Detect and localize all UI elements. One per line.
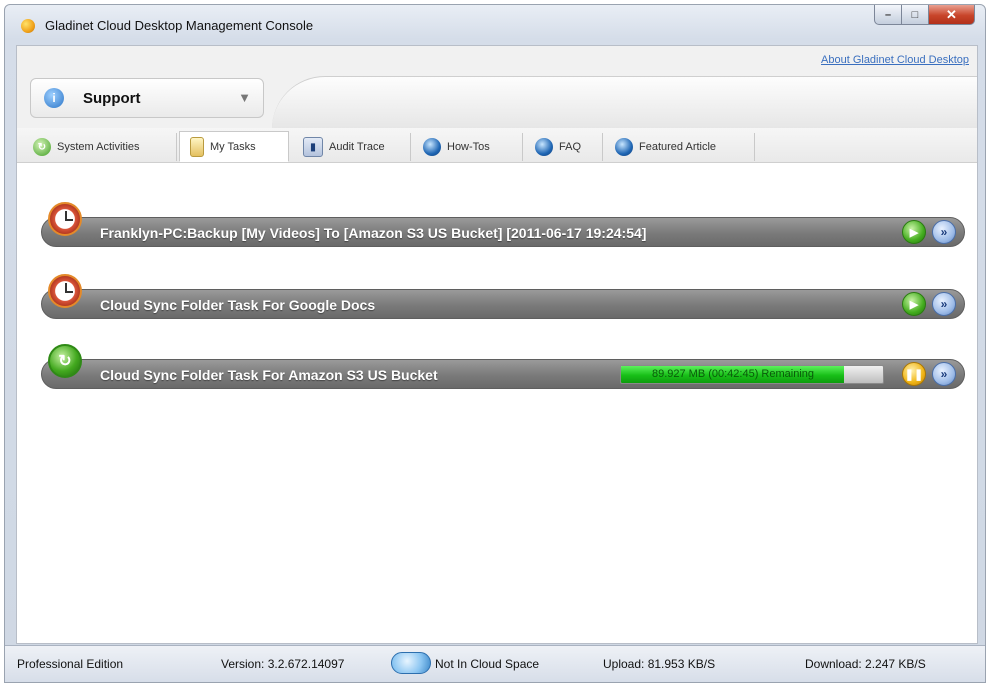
tab-system-activities[interactable]: ↻ System Activities xyxy=(23,133,177,161)
tab-label: Featured Article xyxy=(639,141,717,153)
audit-icon: ▮ xyxy=(303,137,323,157)
tasks-panel: Franklyn-PC:Backup [My Videos] To [Amazo… xyxy=(17,163,977,643)
tab-faq[interactable]: FAQ xyxy=(525,133,603,161)
activity-icon: ↻ xyxy=(33,138,51,156)
upload-speed: Upload: 81.953 KB/S xyxy=(603,657,716,671)
tab-label: How-Tos xyxy=(447,141,490,153)
window-title: Gladinet Cloud Desktop Management Consol… xyxy=(45,18,314,33)
play-button[interactable]: ▶ xyxy=(902,220,926,244)
tab-my-tasks[interactable]: My Tasks xyxy=(179,131,289,162)
edition-label: Professional Edition xyxy=(17,657,124,671)
tab-featured-article[interactable]: Featured Article xyxy=(605,133,755,161)
maximize-button[interactable]: □ xyxy=(902,5,929,25)
globe-icon xyxy=(423,138,441,156)
tab-bar: ↻ System Activities My Tasks ▮ Audit Tra… xyxy=(17,128,977,163)
expand-icon[interactable]: » xyxy=(932,292,956,316)
play-button[interactable]: ▶ xyxy=(902,292,926,316)
task-row[interactable]: ↻ Cloud Sync Folder Task For Amazon S3 U… xyxy=(41,344,965,389)
progress-text: 89.927 MB (00:42:45) Remaining xyxy=(651,368,815,380)
cloud-icon xyxy=(391,652,431,674)
support-dropdown[interactable]: i Support ▼ xyxy=(30,78,264,118)
header-decoration xyxy=(272,76,977,129)
globe-icon xyxy=(535,138,553,156)
main-panel: About Gladinet Cloud Desktop i Support ▼… xyxy=(16,45,978,644)
globe-icon xyxy=(615,138,633,156)
task-title: Cloud Sync Folder Task For Google Docs xyxy=(100,297,376,313)
task-title: Cloud Sync Folder Task For Amazon S3 US … xyxy=(100,367,438,383)
tab-label: FAQ xyxy=(559,141,582,153)
sync-icon: ↻ xyxy=(48,344,82,378)
task-title: Franklyn-PC:Backup [My Videos] To [Amazo… xyxy=(100,225,647,241)
task-row[interactable]: Franklyn-PC:Backup [My Videos] To [Amazo… xyxy=(41,202,965,247)
status-bar: Professional Edition Version: 3.2.672.14… xyxy=(5,645,985,682)
task-progress-bar: 89.927 MB (00:42:45) Remaining xyxy=(620,365,884,384)
chevron-down-icon: ▼ xyxy=(238,90,251,105)
tab-label: Audit Trace xyxy=(329,141,385,153)
title-bar: Gladinet Cloud Desktop Management Consol… xyxy=(5,5,985,45)
tasks-icon xyxy=(190,136,204,157)
app-window: Gladinet Cloud Desktop Management Consol… xyxy=(4,4,986,683)
support-label: Support xyxy=(83,90,141,107)
expand-icon[interactable]: » xyxy=(932,220,956,244)
close-button[interactable]: ✕ xyxy=(929,5,975,25)
app-logo-icon xyxy=(21,19,35,33)
expand-icon[interactable]: » xyxy=(932,362,956,386)
pause-button[interactable]: ❚❚ xyxy=(902,362,926,386)
version-label: Version: 3.2.672.14097 xyxy=(221,657,345,671)
cloud-space-status: Not In Cloud Space xyxy=(435,657,540,671)
download-speed: Download: 2.247 KB/S xyxy=(805,657,926,671)
info-icon: i xyxy=(44,88,64,108)
task-row[interactable]: Cloud Sync Folder Task For Google Docs ▶… xyxy=(41,274,965,319)
tab-label: System Activities xyxy=(57,141,140,153)
tab-audit-trace[interactable]: ▮ Audit Trace xyxy=(293,133,411,161)
tab-label: My Tasks xyxy=(210,140,256,153)
about-link[interactable]: About Gladinet Cloud Desktop xyxy=(821,54,969,66)
tab-how-tos[interactable]: How-Tos xyxy=(413,133,523,161)
clock-icon xyxy=(48,274,82,308)
clock-icon xyxy=(48,202,82,236)
minimize-button[interactable]: – xyxy=(874,5,902,25)
